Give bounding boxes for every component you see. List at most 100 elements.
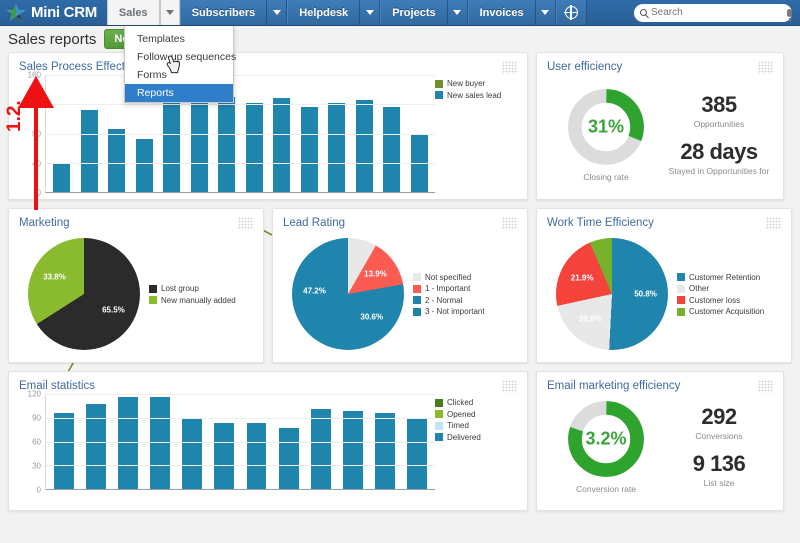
bar[interactable] <box>150 397 171 489</box>
legend-item[interactable]: Clicked <box>435 398 517 407</box>
chart-lead-rating: 13.9% 30.6% 47.2% Not specified 1 - Importa… <box>283 231 517 356</box>
bar[interactable] <box>214 423 235 489</box>
nav-tab-globe[interactable] <box>555 0 587 25</box>
bar[interactable] <box>190 99 208 192</box>
drag-handle-icon[interactable] <box>758 61 774 74</box>
y-axis-sales-process: 0 40 80 120 160 <box>19 71 45 198</box>
grid-line <box>46 441 435 443</box>
closing-rate-donut-group: 31% Closing rate <box>547 86 665 182</box>
bar[interactable] <box>80 110 98 192</box>
bar[interactable] <box>406 417 427 489</box>
nav-tab-invoices[interactable]: Invoices <box>467 0 536 25</box>
legend-item[interactable]: Customer Acquisition <box>677 307 773 316</box>
nav-tab-subscribers[interactable]: Subscribers <box>179 0 268 25</box>
legend-item[interactable]: Not specified <box>413 273 509 282</box>
brand-logo-area[interactable]: Mini CRM <box>0 0 107 25</box>
nav-caret-projects[interactable] <box>447 0 468 25</box>
bar[interactable] <box>355 99 373 192</box>
nav-caret-sales[interactable] <box>159 0 180 25</box>
legend-item[interactable]: Customer loss <box>677 296 773 305</box>
bar[interactable] <box>246 423 267 489</box>
microphone-icon[interactable] <box>787 8 792 21</box>
nav-tab-projects[interactable]: Projects <box>380 0 448 25</box>
panel-title-user-efficiency: User efficiency <box>547 61 623 73</box>
nav-tab-sales[interactable]: Sales <box>106 0 160 25</box>
bar[interactable] <box>300 107 318 192</box>
bar[interactable] <box>108 129 126 192</box>
legend-swatch-icon <box>413 307 421 316</box>
panel-title-email-statistics: Email statistics <box>19 380 96 392</box>
nav-tab-group: Sales Subscribers Helpdesk Projects Invo… <box>106 0 587 25</box>
panel-marketing: Marketing 65.5% 33.8% Lost group New manua… <box>8 208 264 363</box>
nav-caret-invoices[interactable] <box>535 0 556 25</box>
bar[interactable] <box>278 428 299 489</box>
bar[interactable] <box>53 164 71 192</box>
legend-item[interactable]: Timed <box>435 421 517 430</box>
chart-email-statistics: 0 30 60 90 120 Clicked Opened Timed Delivered <box>19 390 517 495</box>
bar[interactable] <box>218 96 236 192</box>
bar[interactable] <box>245 102 263 192</box>
bar[interactable] <box>54 413 74 489</box>
page-title: Sales reports <box>8 30 97 48</box>
panel-lead-rating: Lead Rating 13.9% 30.6% 47.2% Not specifie… <box>272 208 528 363</box>
pie-slice-label: 20.8% <box>578 314 602 324</box>
search-input[interactable] <box>651 7 783 18</box>
panel-title-lead-rating: Lead Rating <box>283 217 346 229</box>
grid-line <box>46 162 435 164</box>
drag-handle-icon[interactable] <box>502 61 518 74</box>
legend-item[interactable]: 1 - Important <box>413 284 509 293</box>
list-size-stat: 9 136 List size <box>693 451 746 488</box>
y-axis-email-statistics: 0 30 60 90 120 <box>19 390 45 495</box>
bar[interactable] <box>383 107 401 192</box>
legend-item[interactable]: Delivered <box>435 433 517 442</box>
mouse-cursor-icon <box>166 55 181 74</box>
email-marketing-content: 3.2% Conversion rate 292 Conversions 9 1… <box>547 394 773 498</box>
closing-rate-donut: 31% <box>565 86 647 168</box>
closing-rate-value: 31% <box>587 116 625 137</box>
legend-swatch-icon <box>435 433 443 441</box>
bar[interactable] <box>273 98 291 192</box>
legend-item[interactable]: Other <box>677 284 773 293</box>
stay-duration-caption: Stayed in Opportunities for <box>668 166 770 176</box>
legend-item[interactable]: 2 - Normal <box>413 296 509 305</box>
bar[interactable] <box>182 419 203 489</box>
conversion-rate-caption: Conversion rate <box>575 484 636 494</box>
drag-handle-icon[interactable] <box>766 217 782 230</box>
conversions-value: 292 <box>701 404 737 429</box>
page-header: Sales reports New <box>0 26 800 52</box>
bar[interactable] <box>310 409 331 489</box>
legend-item[interactable]: Customer Retention <box>677 273 773 282</box>
bar[interactable] <box>342 411 363 489</box>
legend-sales-process: New buyer New sales lead <box>435 75 517 193</box>
drag-handle-icon[interactable] <box>238 217 254 230</box>
conversions-caption: Conversions <box>695 431 743 441</box>
drag-handle-icon[interactable] <box>502 380 518 393</box>
menu-item-templates[interactable]: Templates <box>125 30 233 48</box>
pie-slice-label: 21.9% <box>570 273 594 283</box>
legend-swatch-icon <box>413 273 421 281</box>
plot-area-email-statistics <box>45 394 435 490</box>
bar[interactable] <box>118 397 139 489</box>
menu-item-reports[interactable]: Reports <box>125 84 233 102</box>
legend-item[interactable]: New sales lead <box>435 91 517 100</box>
nav-tab-helpdesk[interactable]: Helpdesk <box>287 0 361 25</box>
drag-handle-icon[interactable] <box>502 217 518 230</box>
stay-duration-value: 28 days <box>680 139 758 164</box>
legend-item[interactable]: Opened <box>435 410 517 419</box>
legend-label: Not specified <box>425 272 472 282</box>
legend-item[interactable]: Lost group <box>149 284 245 293</box>
bar[interactable] <box>328 102 346 192</box>
nav-caret-subscribers[interactable] <box>267 0 288 25</box>
nav-caret-helpdesk[interactable] <box>360 0 381 25</box>
search-box[interactable] <box>634 3 792 22</box>
chart-sales-process-effectiveness: 0 40 80 120 160 New buyer New sales lead <box>19 71 517 198</box>
bar[interactable] <box>374 413 395 489</box>
top-navigation-bar: Mini CRM Sales Subscribers Helpdesk Proj… <box>0 0 800 103</box>
legend-swatch-icon <box>435 91 443 99</box>
legend-item[interactable]: New manually added <box>149 296 245 305</box>
bar[interactable] <box>135 139 153 192</box>
legend-item[interactable]: New buyer <box>435 79 517 88</box>
legend-item[interactable]: 3 - Not important <box>413 307 509 316</box>
drag-handle-icon[interactable] <box>758 380 774 393</box>
pie-slice-label: 30.6% <box>360 312 384 322</box>
